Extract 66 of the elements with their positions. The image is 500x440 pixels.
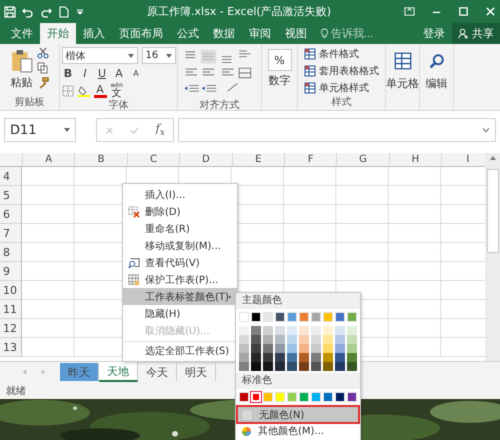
row-header[interactable]: 7 <box>0 224 22 243</box>
sheet-tab[interactable]: 天地 <box>99 362 138 382</box>
row-header[interactable]: 8 <box>0 243 22 262</box>
menu-item[interactable]: 删除(D) <box>123 203 237 220</box>
group-label: 字体 <box>108 98 128 112</box>
menu-item[interactable]: 插入(I)... <box>123 186 237 203</box>
row-header[interactable]: 5 <box>0 186 22 205</box>
column-header[interactable]: B <box>75 153 128 167</box>
underline-button[interactable]: U <box>96 67 108 80</box>
menu-item[interactable]: 移动或复制(M)... <box>123 237 237 254</box>
name-box[interactable]: D11 <box>4 118 76 142</box>
style-menu-button[interactable]: 条件格式 <box>304 47 383 61</box>
sheet-tab[interactable]: 明天 <box>177 363 216 381</box>
ribbon-tab[interactable]: 页面布局 <box>112 23 170 44</box>
editing-button[interactable]: 编辑 <box>426 47 448 91</box>
column-header[interactable]: D <box>180 153 233 167</box>
menu-item[interactable]: 查看代码(V) <box>123 254 237 271</box>
column-header[interactable]: H <box>390 153 442 167</box>
status-text: 就绪 <box>6 384 26 398</box>
insert-function-button[interactable]: f$_{x}$ <box>156 122 165 138</box>
share-button[interactable]: 共享 <box>452 23 500 44</box>
column-header[interactable]: E <box>232 153 285 167</box>
sheet-tab[interactable]: 今天 <box>138 363 177 381</box>
style-menu-button[interactable]: 单元格样式 <box>304 81 383 95</box>
menu-item[interactable]: 工作表标签颜色(T) <box>123 288 237 305</box>
menu-item[interactable]: 隐藏(H) <box>123 305 237 322</box>
menu-heading: 标准色 <box>236 373 360 389</box>
group-label: 样式 <box>332 96 352 109</box>
sign-in-link[interactable]: 登录 <box>416 23 452 44</box>
ribbon-tab[interactable]: 视图 <box>278 23 314 44</box>
ribbon-tab[interactable]: 数据 <box>206 23 242 44</box>
ribbon-tab[interactable]: 插入 <box>76 23 112 44</box>
font-color-button[interactable]: A <box>94 84 106 98</box>
grow-font-button[interactable]: A <box>112 67 126 80</box>
shrink-font-button[interactable]: A <box>130 69 142 78</box>
column-header[interactable]: F <box>284 153 338 167</box>
row-header[interactable]: 6 <box>0 205 22 224</box>
more-colors-item[interactable]: 其他颜色(M)... <box>236 424 360 438</box>
column-header[interactable]: G <box>337 153 390 167</box>
no-color-item[interactable]: 无颜色(N) <box>238 407 358 422</box>
row-header[interactable]: 10 <box>0 281 22 300</box>
paste-button[interactable]: 粘贴 <box>10 47 32 90</box>
tell-me-field[interactable]: 告诉我... <box>331 28 391 40</box>
ribbon-tab[interactable]: 审阅 <box>242 23 278 44</box>
style-menu-button[interactable]: 套用表格格式 <box>304 64 383 78</box>
column-header[interactable]: C <box>128 153 180 167</box>
menu-item[interactable]: 重命名(R) <box>123 220 237 237</box>
menu-heading: 主题颜色 <box>236 293 360 309</box>
row-header[interactable]: 11 <box>0 300 22 319</box>
font-name-field[interactable]: 楷体 <box>62 47 138 64</box>
menu-item[interactable]: 保护工作表(P)... <box>123 271 237 288</box>
ribbon-tab[interactable]: 公式 <box>170 23 206 44</box>
group-label: 对齐方式 <box>200 98 240 112</box>
cells-button[interactable]: 单元格 <box>386 47 419 91</box>
row-header[interactable]: 12 <box>0 319 22 338</box>
row-header[interactable]: 9 <box>0 262 22 281</box>
column-header[interactable]: A <box>23 153 76 167</box>
italic-button[interactable]: I <box>78 67 92 80</box>
ribbon-tab[interactable]: 开始 <box>40 23 76 44</box>
window-title: 原工作簿.xlsx - Excel(产品激活失败) <box>146 4 332 19</box>
row-header[interactable]: 4 <box>0 167 22 186</box>
font-size-field[interactable]: 16 <box>142 47 176 64</box>
row-header[interactable]: 13 <box>0 338 22 357</box>
bold-button[interactable]: B <box>62 67 74 80</box>
group-label: 剪贴板 <box>14 96 44 109</box>
ribbon-tab[interactable]: 文件 <box>4 23 40 44</box>
